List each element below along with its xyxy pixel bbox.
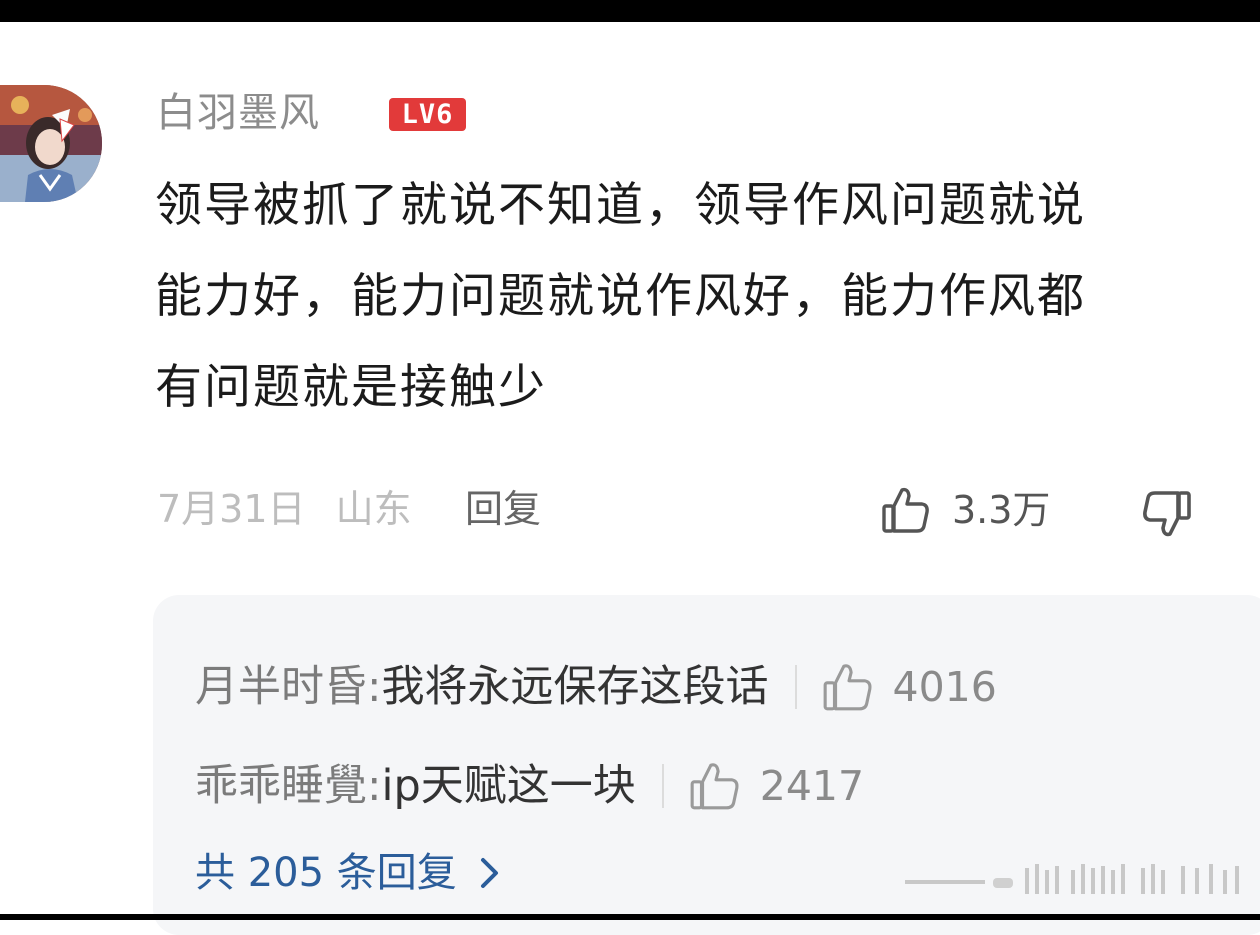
reply-like-count: 4016 [892,663,997,711]
chevron-right-icon [480,858,498,888]
avatar[interactable] [0,85,102,202]
divider [794,665,797,709]
like-count: 3.3万 [952,488,1051,532]
reply-text: ip天赋这一块 [381,761,636,811]
reply-preview-item[interactable]: 乖乖睡覺: ip天赋这一块 2417 [195,758,864,814]
thumbs-down-icon[interactable] [1138,486,1194,542]
reply-username[interactable]: 月半时昏: [195,659,382,715]
comment-username[interactable]: 白羽墨风 [156,88,320,138]
comment-body-line: 能力好，能力问题就说作风好，能力作风都 [155,269,1086,324]
comment-location: 山东 [335,487,412,531]
comment-date: 7月31日 [157,487,306,531]
comment-body-line: 领导被抓了就说不知道，领导作风问题就说 [155,178,1086,233]
bottom-black-bar [0,914,1260,920]
reply-preview-item[interactable]: 月半时昏: 我将永远保存这段话 4016 [195,659,997,715]
avatar-image [0,85,102,202]
top-black-bar [0,0,1260,22]
comment-meta: 7月31日 山东 [157,484,412,534]
reply-like-count: 2417 [759,762,865,810]
reply-text: 我将永远保存这段话 [381,662,769,712]
thumbs-up-icon[interactable] [688,759,742,813]
thumbs-up-icon[interactable] [880,484,932,536]
divider [661,764,664,808]
level-badge: LV6 [389,98,466,131]
view-all-replies-label: 共 205 条回复 [195,850,457,896]
reply-button[interactable]: 回复 [465,484,541,534]
comment-body: 领导被抓了就说不知道，领导作风问题就说 能力好，能力问题就说作风好，能力作风都 … [155,160,1260,433]
watermark-icon [905,864,1239,894]
view-all-replies-link[interactable]: 共 205 条回复 [195,847,501,899]
comment-body-line: 有问题就是接触少 [155,360,547,415]
reply-username[interactable]: 乖乖睡覺: [195,758,382,814]
thumbs-up-icon[interactable] [821,660,875,714]
